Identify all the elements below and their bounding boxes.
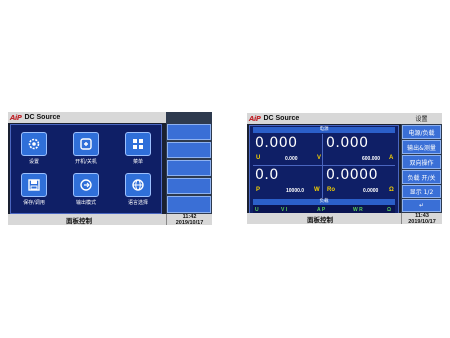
menu-tile-label: 菜单	[132, 159, 143, 165]
menu-icon	[133, 139, 143, 149]
softkey-1[interactable]	[167, 124, 211, 140]
output-mode-tile-label: 输出模式	[75, 200, 96, 206]
row-divider	[253, 165, 395, 166]
voltage-reading: 0.000	[255, 135, 298, 151]
power-label: P	[256, 187, 261, 193]
app-title: DC Source	[263, 115, 300, 122]
brand-logo: AiP	[249, 114, 261, 123]
status-bar: 面板控制	[247, 213, 401, 224]
save-recall-tile-label: 保存/调用	[23, 200, 45, 206]
output-mode-tile[interactable]	[73, 173, 99, 197]
device-screen-main-menu: AiP DC Source 设置 开机/关机 菜单 保存/调用 输出模式 语言选…	[8, 112, 212, 226]
gear-icon	[28, 138, 40, 150]
app-title: DC Source	[24, 114, 61, 121]
language-tile-label: 语言选择	[127, 200, 148, 206]
settings-tile[interactable]	[21, 132, 47, 156]
output-mode-icon	[80, 179, 92, 191]
clock-date: 2019/10/17	[175, 220, 204, 226]
status-bar: 面板控制	[8, 214, 166, 225]
softkey-5[interactable]	[167, 196, 211, 213]
softkey-output-measure[interactable]: 输出&测量	[402, 140, 441, 154]
resistance-label: Ro	[327, 187, 335, 193]
voltage-setpoint-unit: V	[317, 155, 322, 161]
current-setpoint: 600.000	[362, 156, 381, 162]
voltage-setpoint: 0.000	[285, 156, 298, 162]
column-divider	[322, 134, 323, 198]
voltage-label: U	[256, 155, 261, 161]
settings-softkey-column: 设置 电源/负载 输出&测量 双向操作 负载 开/关 显示 1/2 ↵	[401, 113, 442, 213]
clock-date: 2019/10/17	[408, 219, 436, 225]
panel-control-label: 面板控制	[307, 215, 333, 224]
power-reading: 0.0	[255, 167, 279, 183]
language-tile[interactable]	[125, 173, 151, 197]
softkey-4[interactable]	[167, 178, 211, 194]
clock: 11:43 2019/10/17	[401, 213, 442, 225]
softkey-display-page[interactable]: 显示 1/2	[402, 185, 441, 198]
power-onoff-tile-label: 开机/关机	[75, 159, 97, 165]
panel-control-label: 面板控制	[66, 216, 92, 225]
resistance-reading: 0.0000	[326, 167, 378, 183]
device-screen-measurement: AiP DC Source 电源 0.000 U 0.000 V 0.000 6…	[247, 113, 442, 225]
power-setpoint: 10000.0	[286, 188, 305, 194]
power-icon	[80, 138, 92, 150]
softkey-load-onoff[interactable]: 负载 开/关	[402, 170, 441, 184]
power-setpoint-unit: W	[314, 187, 320, 193]
softkey-2[interactable]	[167, 142, 211, 158]
power-section-header: 电源	[253, 127, 395, 133]
main-menu-panel: 设置 开机/关机 菜单 保存/调用 输出模式 语言选择	[10, 124, 162, 214]
current-reading: 0.000	[326, 135, 369, 151]
menu-tile[interactable]	[125, 132, 151, 156]
resistance-setpoint: 0.0000	[363, 188, 379, 194]
measurement-panel: 电源 0.000 U 0.000 V 0.000 600.000 A 0.0 P…	[249, 125, 399, 215]
enter-icon[interactable]: ↵	[402, 199, 441, 212]
softkey-3[interactable]	[167, 160, 211, 176]
save-recall-tile[interactable]	[21, 173, 47, 197]
settings-tile-label: 设置	[28, 159, 39, 165]
title-bar: AiP DC Source	[247, 113, 401, 124]
clock: 11:42 2019/10/17	[166, 214, 212, 226]
current-setpoint-unit: A	[389, 155, 394, 161]
resistance-setpoint-unit: Ω	[389, 187, 394, 193]
settings-title: 设置	[401, 113, 442, 124]
brand-logo: AiP	[10, 113, 22, 122]
save-icon	[28, 179, 40, 191]
softkey-bidirectional[interactable]: 双向操作	[402, 155, 441, 169]
softkey-power-load[interactable]: 电源/负载	[402, 125, 441, 139]
softkey-column	[166, 112, 212, 214]
power-onoff-tile[interactable]	[73, 132, 99, 156]
globe-icon	[132, 179, 144, 191]
